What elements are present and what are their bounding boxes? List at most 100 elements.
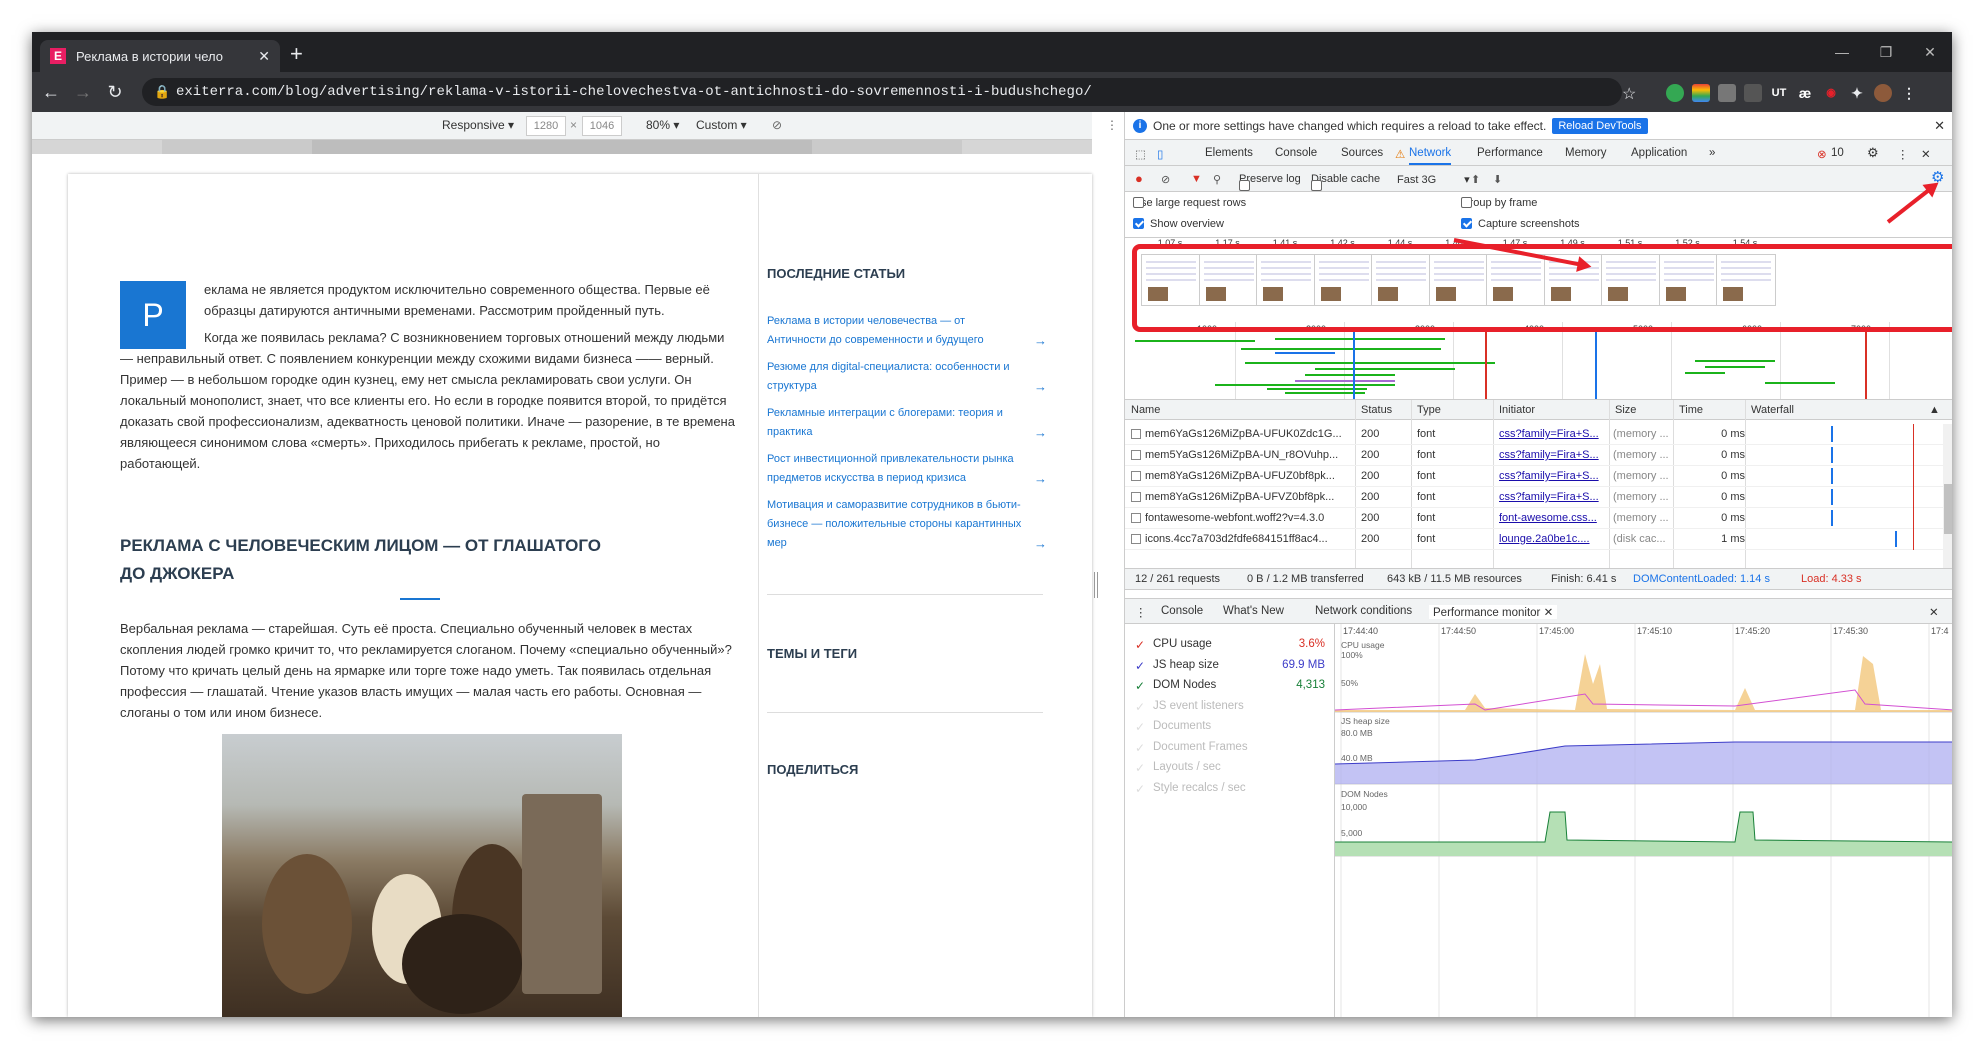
drawer-menu-icon[interactable]: ⋮ bbox=[1135, 605, 1147, 619]
show-overview-checkbox[interactable]: Show overview bbox=[1133, 218, 1224, 230]
reload-devtools-button[interactable]: Reload DevTools bbox=[1552, 117, 1648, 134]
article-link[interactable]: Рекламные интеграции с блогерами: теория… bbox=[767, 404, 1047, 442]
throttle-select[interactable]: Custom ▾ bbox=[696, 118, 747, 132]
request-row[interactable]: icons.4cc7a703d2fdfe684151ff8ac4... 200 fo… bbox=[1125, 529, 1943, 550]
tab-elements[interactable]: Elements bbox=[1205, 147, 1253, 159]
zoom-select[interactable]: 80% ▾ bbox=[646, 118, 679, 132]
article-link[interactable]: Резюме для digital-специалиста: особенно… bbox=[767, 358, 1047, 396]
rotate-icon[interactable]: ⊘ bbox=[772, 118, 782, 132]
url-input[interactable]: 🔒 exiterra.com/blog/advertising/reklama-v… bbox=[142, 78, 1622, 106]
back-icon[interactable]: ← bbox=[38, 82, 64, 103]
device-mode-select[interactable]: Responsive ▾ bbox=[442, 118, 514, 132]
restore-icon[interactable]: ❐ bbox=[1864, 32, 1908, 72]
menu-icon[interactable]: ⋮ bbox=[1900, 84, 1918, 102]
drawer-tab-console[interactable]: Console bbox=[1161, 605, 1203, 617]
tab-network[interactable]: Network bbox=[1409, 147, 1452, 165]
search-icon[interactable]: ⚲ bbox=[1213, 173, 1221, 186]
width-input[interactable]: 1280 bbox=[526, 116, 566, 136]
extension-icon[interactable]: UT bbox=[1770, 84, 1788, 102]
drawer-tab-network-conditions[interactable]: Network conditions bbox=[1315, 605, 1412, 617]
clear-icon[interactable]: ⊘ bbox=[1161, 173, 1170, 186]
settings-gear-icon[interactable]: ⚙ bbox=[1867, 145, 1879, 161]
close-infobar-icon[interactable]: ✕ bbox=[1934, 118, 1945, 134]
tab-application[interactable]: Application bbox=[1631, 147, 1687, 159]
inspect-icon[interactable]: ⬚ bbox=[1135, 147, 1146, 161]
cell-initiator[interactable]: css?family=Fira+S... bbox=[1499, 428, 1609, 440]
device-toggle-icon[interactable]: ▯ bbox=[1157, 147, 1163, 161]
request-row[interactable]: mem8YaGs126MiZpBA-UFVZ0bf8pk... 200 font cs… bbox=[1125, 487, 1943, 508]
tab-memory[interactable]: Memory bbox=[1565, 147, 1607, 159]
browser-tab[interactable]: E Реклама в истории чело ✕ bbox=[40, 40, 280, 72]
cell-initiator[interactable]: css?family=Fira+S... bbox=[1499, 491, 1609, 503]
table-scrollbar[interactable] bbox=[1943, 424, 1952, 568]
extension-icon[interactable] bbox=[1718, 84, 1736, 102]
throttle-select[interactable]: Fast 3G ▾ bbox=[1397, 173, 1470, 186]
performance-graph-svg: 17:44:40 17:44:50 17:45:00 17:45:10 17:45:20… bbox=[1335, 624, 1952, 1017]
article-link[interactable]: Рост инвестиционной привлекательности ры… bbox=[767, 450, 1047, 488]
minimize-icon[interactable]: — bbox=[1820, 32, 1864, 72]
col-name[interactable]: Name bbox=[1131, 404, 1160, 416]
disable-cache-checkbox[interactable]: Disable cache bbox=[1311, 173, 1380, 191]
request-row[interactable]: fontawesome-webfont.woff2?v=4.3.0 200 font… bbox=[1125, 508, 1943, 529]
col-size[interactable]: Size bbox=[1615, 404, 1636, 416]
tab-sources[interactable]: Sources bbox=[1341, 147, 1383, 159]
extension-icon[interactable]: æ bbox=[1796, 84, 1814, 102]
close-tab-icon[interactable]: ✕ bbox=[258, 48, 270, 65]
extension-icon[interactable]: ◉ bbox=[1822, 84, 1840, 102]
request-bar bbox=[1275, 352, 1335, 354]
timing-marker bbox=[1595, 332, 1597, 399]
col-initiator[interactable]: Initiator bbox=[1499, 404, 1535, 416]
close-window-icon[interactable]: ✕ bbox=[1908, 32, 1952, 72]
forward-icon[interactable]: → bbox=[70, 82, 96, 103]
graph-label: 10,000 bbox=[1341, 802, 1367, 812]
close-tab-icon[interactable]: ✕ bbox=[1544, 607, 1554, 619]
col-waterfall[interactable]: Waterfall bbox=[1751, 404, 1794, 416]
capture-screenshots-checkbox[interactable]: Capture screenshots bbox=[1461, 218, 1580, 230]
more-tabs-icon[interactable]: » bbox=[1709, 147, 1715, 159]
article-link[interactable]: Реклама в истории человечества — от Анти… bbox=[767, 312, 1047, 350]
request-row[interactable]: mem8YaGs126MiZpBA-UFUZ0bf8pk... 200 font cs… bbox=[1125, 466, 1943, 487]
gridline bbox=[1235, 322, 1236, 399]
col-type[interactable]: Type bbox=[1417, 404, 1441, 416]
record-icon[interactable]: ● bbox=[1135, 171, 1143, 186]
large-rows-checkbox[interactable]: Use large request rows bbox=[1133, 197, 1246, 209]
request-row[interactable]: mem5YaGs126MiZpBA-UN_r8OVuhp... 200 font cs… bbox=[1125, 445, 1943, 466]
extension-icon[interactable] bbox=[1744, 84, 1762, 102]
height-input[interactable]: 1046 bbox=[582, 116, 622, 136]
preserve-log-checkbox[interactable]: Preserve log bbox=[1239, 173, 1301, 191]
import-har-icon[interactable]: ⬆ bbox=[1471, 173, 1480, 186]
reload-icon[interactable]: ↻ bbox=[102, 82, 128, 103]
error-count[interactable]: 10 bbox=[1831, 147, 1844, 159]
tab-console[interactable]: Console bbox=[1275, 147, 1317, 159]
times-icon: × bbox=[570, 118, 578, 132]
extension-icon[interactable] bbox=[1692, 84, 1710, 102]
avatar[interactable] bbox=[1874, 84, 1892, 102]
device-menu-icon[interactable]: ⋮ bbox=[1106, 118, 1118, 132]
graph-label: DOM Nodes bbox=[1341, 789, 1388, 799]
close-devtools-icon[interactable]: ✕ bbox=[1921, 147, 1931, 161]
cell-initiator[interactable]: css?family=Fira+S... bbox=[1499, 470, 1609, 482]
drawer-tab-performance-monitor[interactable]: Performance monitor ✕ bbox=[1429, 605, 1558, 619]
drawer-tab-whats-new[interactable]: What's New bbox=[1223, 605, 1284, 617]
col-status[interactable]: Status bbox=[1361, 404, 1392, 416]
article-link[interactable]: Мотивация и саморазвитие сотрудников в б… bbox=[767, 496, 1047, 553]
bookmark-star-icon[interactable]: ☆ bbox=[1622, 84, 1636, 104]
close-drawer-icon[interactable]: ✕ bbox=[1929, 605, 1939, 619]
resize-handle[interactable] bbox=[1094, 572, 1098, 598]
request-row[interactable]: mem6YaGs126MiZpBA-UFUK0Zdc1G... 200 font cs… bbox=[1125, 424, 1943, 445]
gridline bbox=[1562, 322, 1563, 399]
cell-initiator[interactable]: lounge.2a0be1c.... bbox=[1499, 533, 1609, 545]
puzzle-icon[interactable]: ✦ bbox=[1848, 84, 1866, 102]
new-tab-icon[interactable]: + bbox=[290, 40, 303, 68]
filter-icon[interactable]: ▼ bbox=[1191, 173, 1202, 185]
cell-type: font bbox=[1417, 470, 1436, 482]
sort-up-icon[interactable]: ▲ bbox=[1929, 404, 1940, 416]
tab-performance[interactable]: Performance bbox=[1477, 147, 1543, 159]
cell-initiator[interactable]: font-awesome.css... bbox=[1499, 512, 1609, 524]
col-time[interactable]: Time bbox=[1679, 404, 1703, 416]
extension-icon[interactable] bbox=[1666, 84, 1684, 102]
group-by-frame-checkbox[interactable]: Group by frame bbox=[1461, 197, 1537, 209]
cell-initiator[interactable]: css?family=Fira+S... bbox=[1499, 449, 1609, 461]
export-har-icon[interactable]: ⬇ bbox=[1493, 173, 1502, 186]
devtools-menu-icon[interactable]: ⋮ bbox=[1897, 147, 1909, 161]
